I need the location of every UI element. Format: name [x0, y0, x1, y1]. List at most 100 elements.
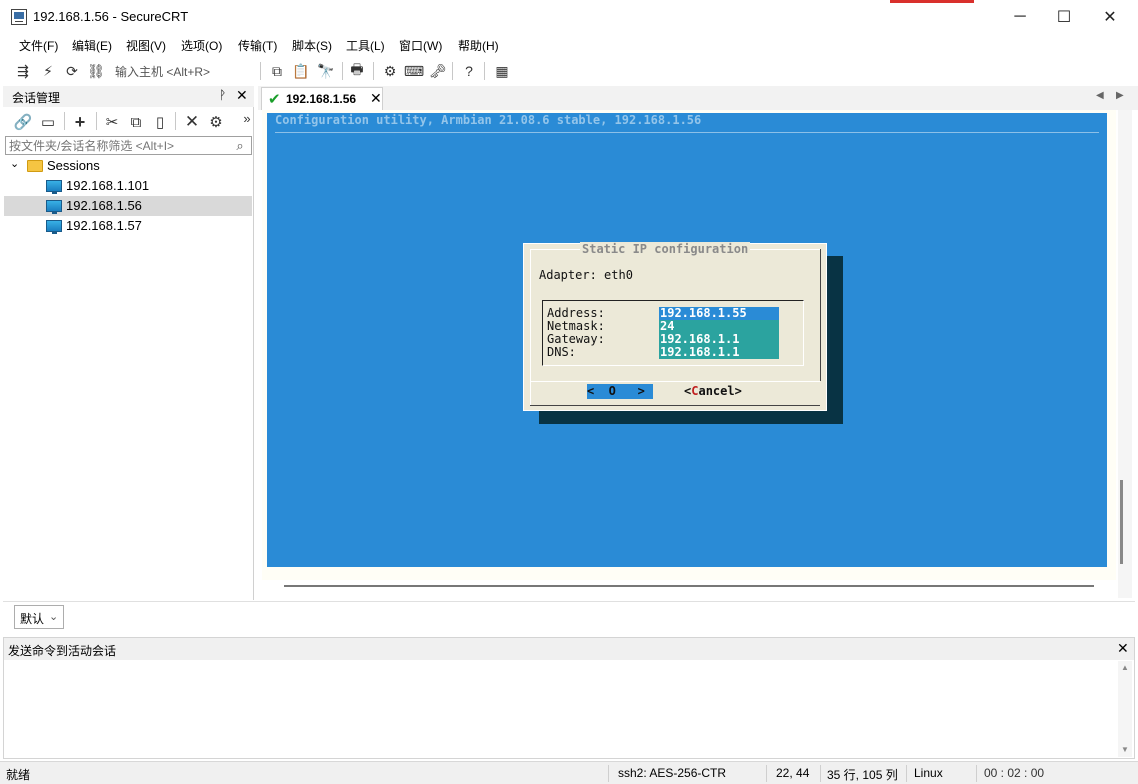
status-session-time: 00 : 02 : 00 [984, 766, 1045, 780]
cut-icon[interactable]: ✂ [102, 112, 122, 132]
monitor-icon [46, 180, 62, 194]
more-chevron-icon[interactable]: » [237, 108, 257, 128]
cancel-button[interactable]: <Cancel> [684, 384, 742, 399]
tree-folder-label: Sessions [47, 158, 100, 173]
search-icon[interactable]: ⌕ [231, 137, 249, 154]
title-accent-strip [890, 0, 974, 3]
monitor-icon [46, 200, 62, 214]
connect-icon[interactable]: ⇶ [13, 61, 33, 81]
status-cipher: ssh2: AES-256-CTR [618, 766, 727, 780]
paste-icon[interactable]: 📋 [291, 61, 311, 81]
command-window-close-icon[interactable]: ✕ [1117, 640, 1129, 657]
chevron-down-icon[interactable]: ⌄ [10, 157, 19, 170]
status-separator [820, 765, 821, 782]
status-bar: 就绪 ssh2: AES-256-CTR 22, 44 35 行, 105 列 … [0, 761, 1138, 784]
paste-session-icon[interactable]: ▯ [150, 112, 170, 132]
quick-connect-field[interactable]: 输入主机 <Alt+R> [115, 63, 210, 80]
menu-tools[interactable]: 工具(L) [346, 37, 385, 54]
help-icon[interactable]: ? [459, 61, 479, 81]
connected-check-icon: ✔ [268, 91, 281, 108]
menu-script[interactable]: 脚本(S) [292, 37, 332, 54]
scrollbar-track[interactable] [284, 585, 1094, 587]
session-manager-toolbar: 🔗 ▭ + ✂ ⧉ ▯ ✕ ⚙ » [3, 108, 254, 134]
menu-options[interactable]: 选项(O) [181, 37, 222, 54]
toolbar: ⇶ ⚡ ⟳ ⛓ 输入主机 <Alt+R> ⧉ 📋 🔭 🖶 ⚙ ⌨ 🗝 ? ▦ [0, 57, 1138, 85]
settings-gear-icon[interactable]: ⚙ [380, 61, 400, 81]
menu-help[interactable]: 帮助(H) [458, 37, 499, 54]
window-title: 192.168.1.56 - SecureCRT [33, 9, 189, 24]
copy-icon[interactable]: ⧉ [267, 61, 287, 81]
folder-icon [27, 160, 43, 172]
status-separator [766, 765, 767, 782]
properties-gear-icon[interactable]: ⚙ [206, 112, 226, 132]
ok-button[interactable]: < O > [587, 384, 653, 399]
toolbar-separator [484, 62, 485, 80]
close-window-button[interactable]: ✕ [1087, 0, 1133, 34]
toolbar-separator [64, 112, 65, 130]
command-window-title: 发送命令到活动会话 [8, 644, 117, 658]
key-agent-icon[interactable]: 🗝 [428, 61, 448, 81]
pin-icon[interactable]: ᚹ [219, 88, 226, 102]
menu-window[interactable]: 窗口(W) [399, 37, 442, 54]
status-separator [976, 765, 977, 782]
menu-bar: 文件(F) 编辑(E) 视图(V) 选项(O) 传输(T) 脚本(S) 工具(L… [0, 34, 1138, 56]
tab-label: 192.168.1.56 [286, 92, 357, 106]
maximize-button[interactable]: ☐ [1041, 0, 1087, 34]
command-window-scrollbar[interactable]: ▲ ▼ [1118, 661, 1132, 757]
minimize-button[interactable]: ─ [997, 0, 1043, 34]
tree-session-item-selected[interactable]: 192.168.1.56 [4, 196, 252, 216]
address-input[interactable]: 192.168.1.55 [659, 307, 779, 320]
menu-edit[interactable]: 编辑(E) [72, 37, 112, 54]
tab-close-icon[interactable]: ✕ [370, 90, 382, 107]
disconnect-icon[interactable]: ⛓ [86, 61, 106, 81]
field-label-dns: DNS: [547, 345, 576, 359]
button-bar-select[interactable]: 默认 ⌄ [14, 605, 64, 629]
toolbar-separator [260, 62, 261, 80]
status-size: 35 行, 105 列 [827, 768, 898, 782]
tree-session-item[interactable]: 192.168.1.57 [4, 216, 252, 236]
menu-transfer[interactable]: 传输(T) [238, 37, 277, 54]
title-bar: 192.168.1.56 - SecureCRT ─ ☐ ✕ [0, 0, 1138, 34]
scroll-up-icon[interactable]: ▲ [1121, 663, 1129, 672]
tab-192-168-1-56[interactable]: ✔ 192.168.1.56 ✕ [261, 87, 383, 110]
terminal-vertical-scrollbar[interactable] [1118, 110, 1132, 598]
sftp-icon[interactable]: ▦ [492, 61, 512, 81]
menu-view[interactable]: 视图(V) [126, 37, 166, 54]
chevron-down-icon[interactable]: ⌄ [49, 610, 58, 623]
session-manager-close-icon[interactable]: ✕ [236, 87, 248, 104]
reconnect-icon[interactable]: ⟳ [62, 61, 82, 81]
terminal-horizontal-scrollbar[interactable] [270, 576, 1115, 590]
adapter-line: Adapter: eth0 [539, 268, 633, 282]
new-tab-icon[interactable]: ▭ [38, 112, 58, 132]
terminal-screen[interactable]: Configuration utility, Armbian 21.08.6 s… [267, 113, 1107, 567]
command-input[interactable] [6, 662, 1116, 756]
status-separator [906, 765, 907, 782]
connect-link-icon[interactable]: 🔗 [13, 112, 33, 132]
delete-x-icon[interactable]: ✕ [182, 112, 202, 132]
status-terminal: Linux [914, 766, 943, 780]
tree-session-item[interactable]: 192.168.1.101 [4, 176, 252, 196]
print-icon[interactable]: 🖶 [347, 61, 367, 81]
dialog-frame [530, 381, 820, 382]
copy-session-icon[interactable]: ⧉ [126, 112, 146, 132]
toolbar-separator [452, 62, 453, 80]
scrollbar-thumb[interactable] [1120, 480, 1123, 564]
tab-scroll-left-icon[interactable]: ◀ [1096, 90, 1104, 101]
menu-file[interactable]: 文件(F) [19, 37, 58, 54]
securecrt-app-icon [11, 9, 27, 25]
session-manager-title: 会话管理 [12, 91, 61, 105]
tree-folder-sessions[interactable]: ⌄ Sessions [4, 156, 252, 176]
quick-connect-icon[interactable]: ⚡ [38, 61, 58, 81]
tab-scroll-right-icon[interactable]: ▶ [1116, 90, 1124, 101]
terminal-divider [275, 132, 1099, 133]
find-icon[interactable]: 🔭 [316, 61, 336, 81]
button-bar: 默认 ⌄ [3, 601, 1135, 633]
scroll-down-icon[interactable]: ▼ [1121, 745, 1129, 754]
session-filter-input[interactable] [6, 137, 231, 154]
keymap-icon[interactable]: ⌨ [404, 61, 424, 81]
new-session-plus-icon[interactable]: + [70, 112, 90, 132]
dns-input[interactable]: 192.168.1.1 [659, 346, 779, 359]
dialog-frame [530, 405, 820, 406]
status-separator [608, 765, 609, 782]
dialog-frame [820, 249, 821, 381]
